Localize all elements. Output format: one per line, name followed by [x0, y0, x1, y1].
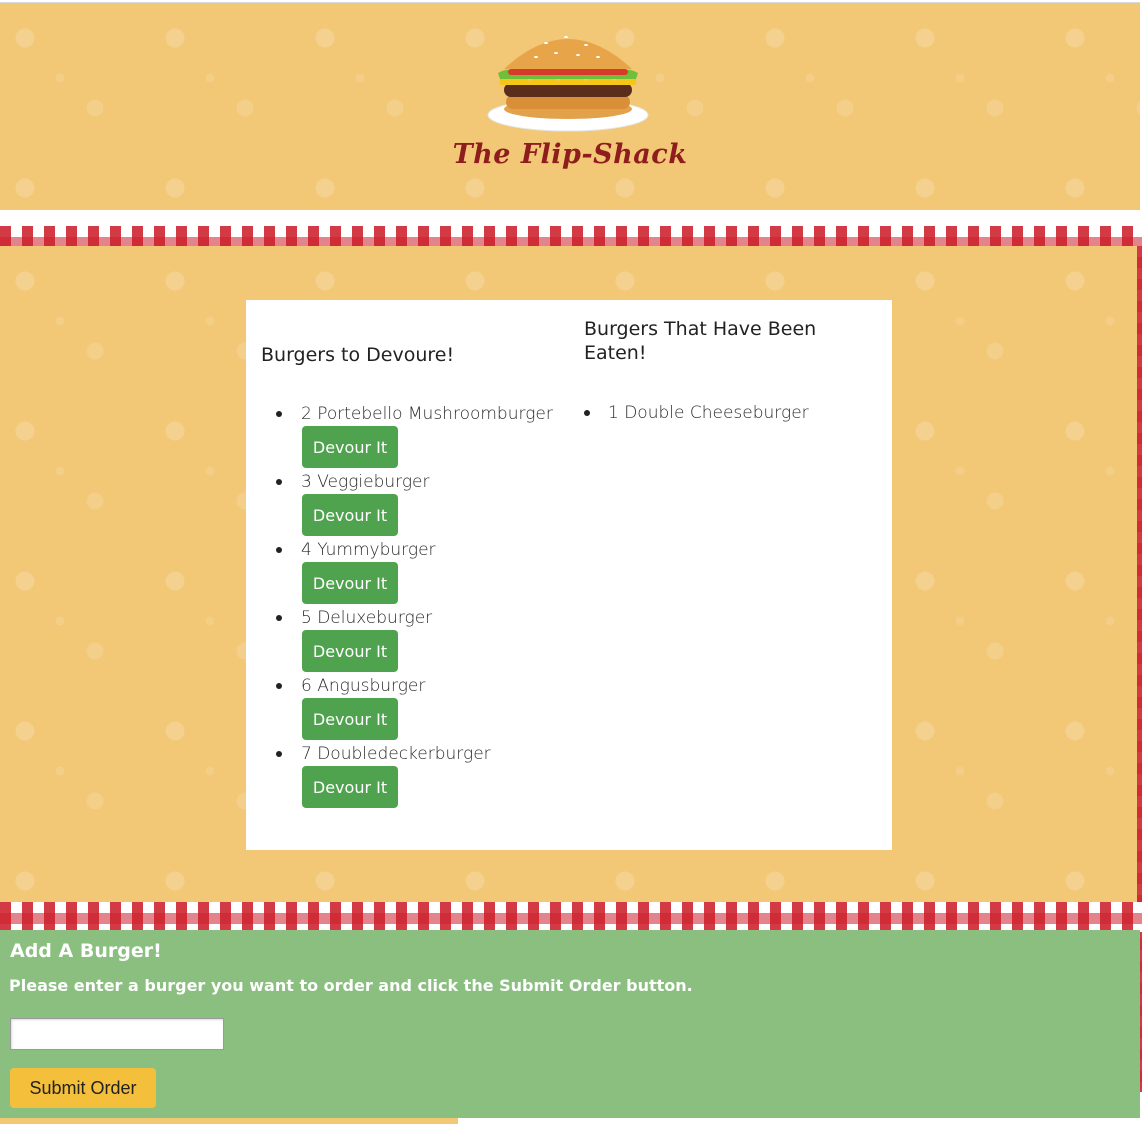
devour-button[interactable]: Devour It — [302, 426, 398, 468]
bullet-icon — [276, 683, 282, 689]
bullet-icon — [584, 410, 590, 416]
list-item: 6 Angusburger Devour It — [273, 676, 563, 744]
list-item: 2 Portebello Mushroomburger Devour It — [273, 404, 563, 472]
eaten-column-heading: Burgers That Have Been Eaten! — [584, 318, 817, 364]
burger-panel: Burgers to Devoure! 2 Portebello Mushroo… — [246, 300, 892, 850]
eaten-list: 1 Double Cheeseburger — [584, 403, 874, 427]
bullet-icon — [276, 411, 282, 417]
devour-button[interactable]: Devour It — [302, 630, 398, 672]
checker-border-bottom — [0, 902, 1142, 932]
list-item: 1 Double Cheeseburger — [584, 403, 874, 427]
bullet-icon — [276, 615, 282, 621]
footer-strip — [0, 1118, 458, 1124]
site-header: The Flip-Shack — [0, 2, 1140, 210]
checker-border-top — [0, 226, 1142, 248]
burger-name-input[interactable] — [10, 1018, 224, 1050]
burger-label: 5 Deluxeburger — [301, 608, 433, 628]
site-title: The Flip-Shack — [452, 139, 688, 170]
devour-column-heading: Burgers to Devoure! — [261, 344, 455, 366]
devour-button[interactable]: Devour It — [302, 766, 398, 808]
list-item: 7 Doubledeckerburger Devour It — [273, 744, 563, 812]
devour-button[interactable]: Devour It — [302, 698, 398, 740]
bullet-icon — [276, 751, 282, 757]
burger-logo-icon — [487, 36, 649, 132]
burger-label: 4 Yummyburger — [301, 540, 436, 560]
add-burger-form: Add A Burger! Please enter a burger you … — [0, 930, 1140, 1118]
form-instructions: Please enter a burger you want to order … — [9, 976, 693, 995]
form-title: Add A Burger! — [10, 940, 162, 962]
bullet-icon — [276, 547, 282, 553]
devour-button[interactable]: Devour It — [302, 494, 398, 536]
devour-list: 2 Portebello Mushroomburger Devour It 3 … — [273, 404, 563, 812]
list-item: 5 Deluxeburger Devour It — [273, 608, 563, 676]
list-item: 4 Yummyburger Devour It — [273, 540, 563, 608]
burger-label: 6 Angusburger — [301, 676, 426, 696]
burger-label: 3 Veggieburger — [301, 472, 430, 492]
burger-label: 2 Portebello Mushroomburger — [301, 404, 553, 424]
devour-button[interactable]: Devour It — [302, 562, 398, 604]
burger-label: 7 Doubledeckerburger — [301, 744, 491, 764]
list-item: 3 Veggieburger Devour It — [273, 472, 563, 540]
bullet-icon — [276, 479, 282, 485]
eaten-burger-label: 1 Double Cheeseburger — [608, 403, 809, 423]
submit-order-button[interactable]: Submit Order — [10, 1068, 156, 1108]
